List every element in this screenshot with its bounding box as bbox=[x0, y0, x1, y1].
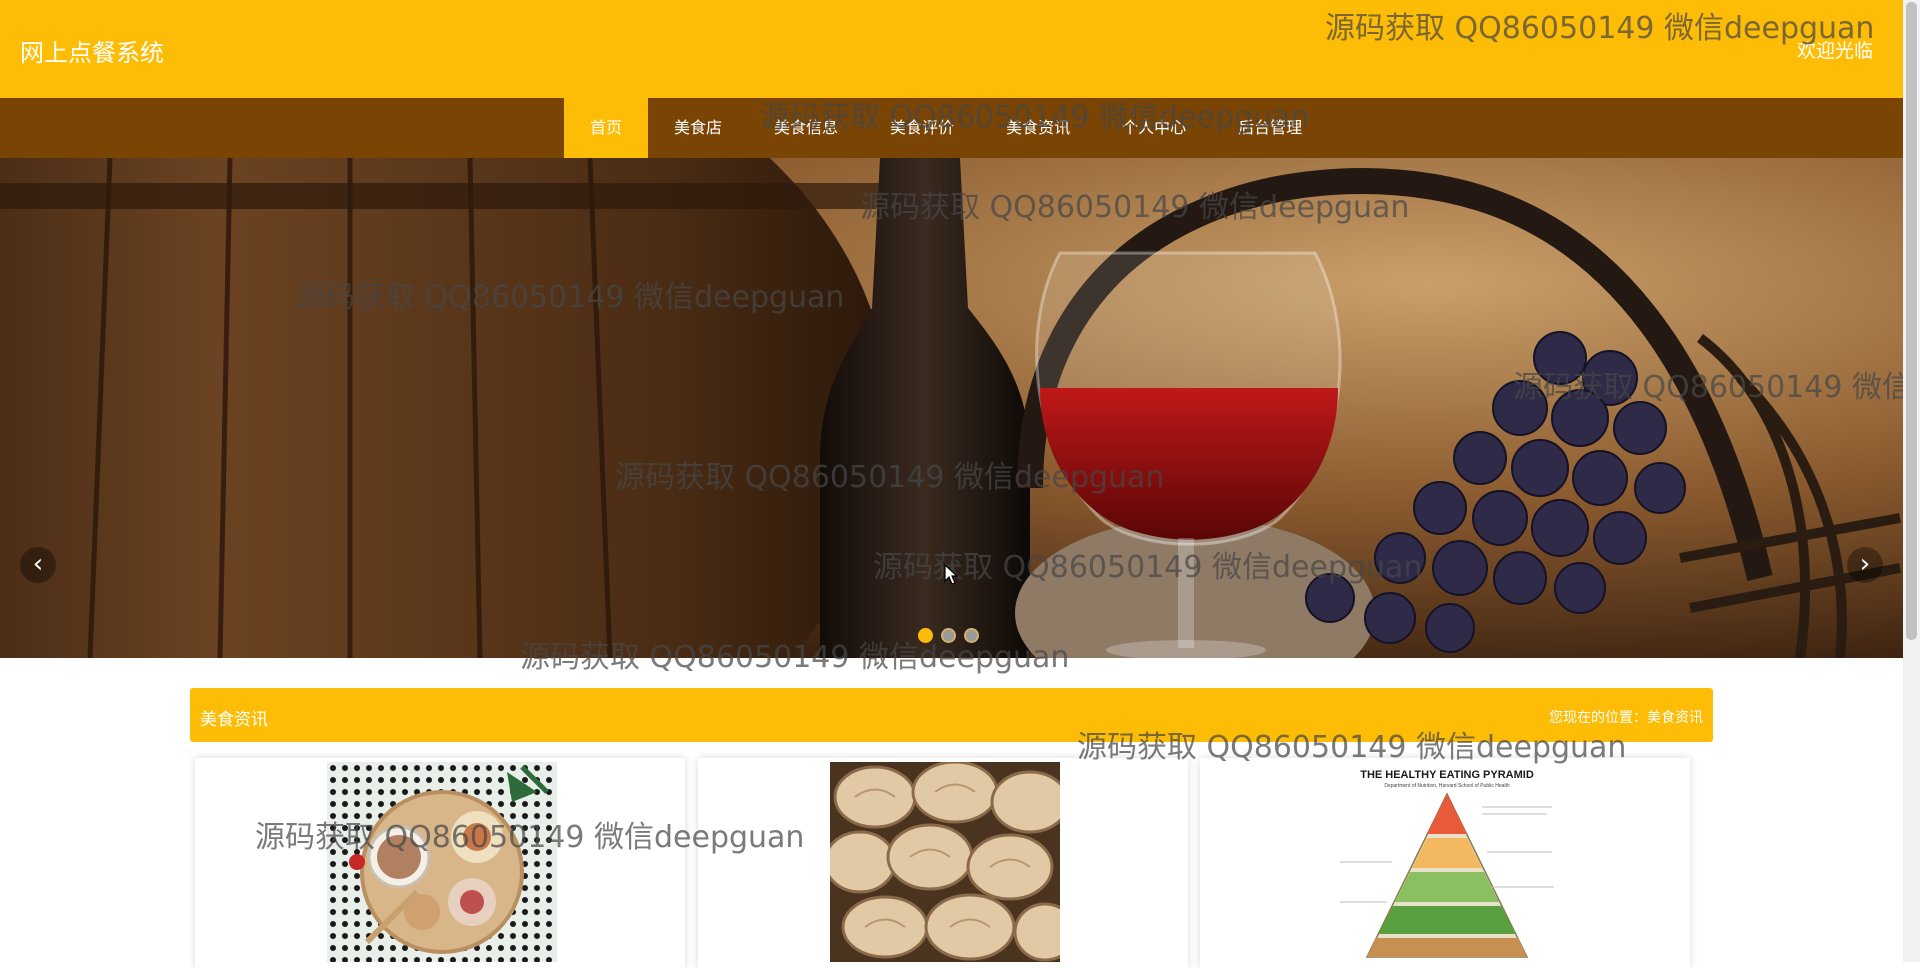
site-brand[interactable]: 网上点餐系统 bbox=[20, 33, 164, 68]
carousel-prev-button[interactable]: ‹ bbox=[20, 547, 56, 583]
nav-item-food-reviews[interactable]: 美食评价 bbox=[864, 98, 980, 158]
carousel-slide-wine bbox=[0, 158, 1903, 658]
news-card-2[interactable] bbox=[698, 758, 1188, 968]
nav-item-admin[interactable]: 后台管理 bbox=[1212, 98, 1328, 158]
nav-item-food-stores[interactable]: 美食店 bbox=[648, 98, 748, 158]
hero-carousel[interactable]: ‹ › bbox=[0, 158, 1903, 658]
carousel-dot-3[interactable] bbox=[964, 628, 979, 643]
chevron-right-icon: › bbox=[1859, 549, 1871, 579]
nav-items: 首页 美食店 美食信息 美食评价 美食资讯 个人中心 后台管理 bbox=[564, 98, 1328, 158]
news-card-1[interactable] bbox=[195, 758, 685, 968]
section-title: 美食资讯 bbox=[200, 710, 268, 730]
healthy-eating-pyramid-image[interactable]: THE HEALTHY EATING PYRAMID Department of… bbox=[1332, 762, 1562, 962]
section-header: 美食资讯 您现在的位置：美食资讯 bbox=[190, 688, 1713, 742]
breadcrumb: 您现在的位置：美食资讯 bbox=[1549, 710, 1703, 726]
site-header: 网上点餐系统 欢迎光临 bbox=[0, 0, 1903, 98]
pyramid-poster-title: THE HEALTHY EATING PYRAMID bbox=[1360, 769, 1534, 781]
pyramid-poster-subtitle: Department of Nutrition, Harvard School … bbox=[1384, 783, 1510, 789]
page-scrollbar-thumb[interactable] bbox=[1906, 2, 1917, 640]
nav-item-home[interactable]: 首页 bbox=[564, 98, 649, 158]
news-card-3[interactable]: THE HEALTHY EATING PYRAMID Department of… bbox=[1200, 758, 1690, 968]
carousel-next-button[interactable]: › bbox=[1847, 547, 1883, 583]
welcome-text: 欢迎光临 bbox=[1796, 40, 1873, 62]
carousel-dot-2[interactable] bbox=[941, 628, 956, 643]
nav-item-food-news[interactable]: 美食资讯 bbox=[980, 98, 1096, 158]
main-nav: 首页 美食店 美食信息 美食评价 美食资讯 个人中心 后台管理 bbox=[0, 98, 1903, 158]
nav-item-food-info[interactable]: 美食信息 bbox=[748, 98, 864, 158]
nav-item-personal-center[interactable]: 个人中心 bbox=[1096, 98, 1212, 158]
cocoa-cookies-image[interactable] bbox=[327, 762, 557, 962]
bread-rolls-image[interactable] bbox=[830, 762, 1060, 962]
carousel-dot-1[interactable] bbox=[918, 628, 933, 643]
carousel-indicators bbox=[918, 628, 979, 643]
chevron-left-icon: ‹ bbox=[32, 549, 44, 579]
